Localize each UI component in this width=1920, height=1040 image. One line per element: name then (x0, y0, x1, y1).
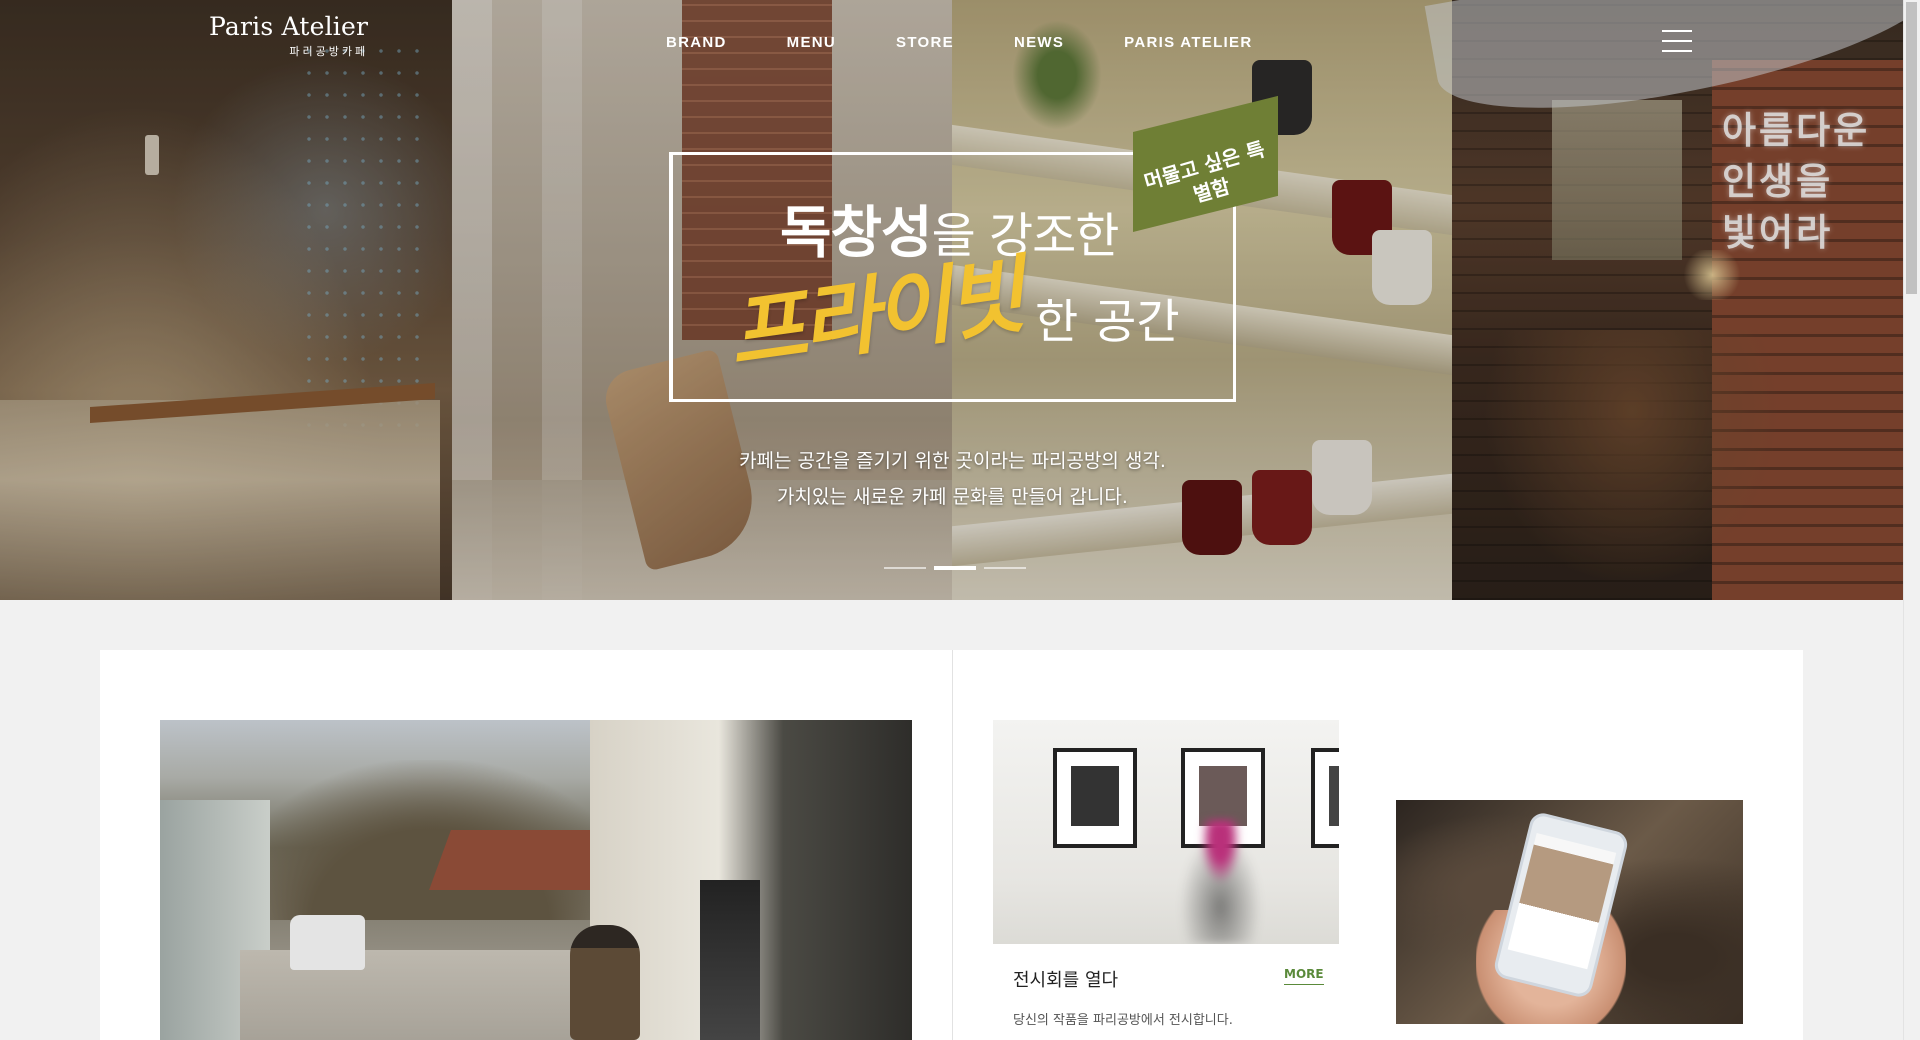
logo-subtitle: 파리공방카페 (289, 45, 369, 58)
nav-store[interactable]: STORE (896, 34, 954, 51)
main-nav: BRAND MENU STORE NEWS PARIS ATELIER (666, 34, 1312, 51)
neon-sign: 아름다운 인생을 빛어라 (1722, 109, 1871, 254)
nav-menu[interactable]: MENU (787, 34, 836, 51)
nav-brand[interactable]: BRAND (666, 34, 727, 51)
nav-news[interactable]: NEWS (1014, 34, 1064, 51)
phone-photo[interactable] (1396, 800, 1743, 1024)
hero-desc-line-2: 가치있는 새로운 카페 문화를 만들어 갑니다. (777, 486, 1128, 508)
slider-pagination (884, 566, 1026, 570)
exhibit-description: 당신의 작품을 파리공방에서 전시합니다. (1013, 1013, 1233, 1028)
site-logo[interactable]: Paris Atelier 파리공방카페 (209, 12, 368, 59)
hero-description: 카페는 공간을 즐기기 위한 곳이라는 파리공방의 생각. 가치있는 새로운 카… (660, 443, 1245, 515)
card-divider (952, 650, 953, 1040)
exhibit-title: 전시회를 열다 (1013, 970, 1119, 991)
hero-desc-line-1: 카페는 공간을 즐기기 위한 곳이라는 파리공방의 생각. (739, 450, 1166, 472)
scrollbar-thumb[interactable] (1906, 2, 1917, 294)
hamburger-menu-icon[interactable] (1662, 30, 1692, 52)
exhibit-more-link[interactable]: MORE (1284, 967, 1324, 985)
street-photo[interactable] (160, 720, 912, 1040)
nav-paris-atelier[interactable]: PARIS ATELIER (1124, 34, 1252, 51)
slide-dot-3[interactable] (984, 567, 1026, 569)
exhibition-photo[interactable] (993, 720, 1339, 944)
headline-line-2: 한 공간 (1035, 295, 1180, 350)
slide-dot-1[interactable] (884, 567, 926, 569)
logo-title: Paris Atelier (209, 12, 369, 41)
slide-dot-2[interactable] (934, 566, 976, 570)
